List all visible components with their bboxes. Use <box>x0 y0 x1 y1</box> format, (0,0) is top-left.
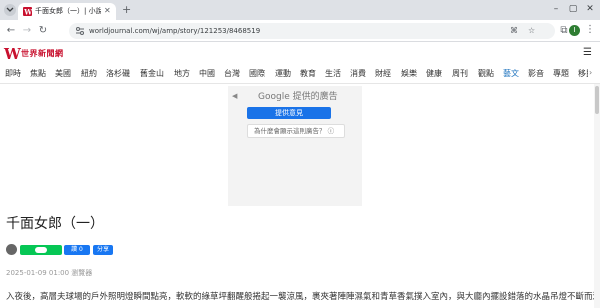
ad-google-label: Google 提供的廣告 <box>258 92 338 102</box>
category-item[interactable]: 美國 <box>55 68 71 79</box>
reload-icon[interactable]: ↻ <box>36 24 50 38</box>
ad-back-icon[interactable]: ◀ <box>232 92 237 100</box>
category-item[interactable]: 國際 <box>249 68 265 79</box>
article-title: 千面女郎（一） <box>6 216 104 232</box>
site-logo-text[interactable]: 世界新聞網 <box>21 49 64 59</box>
facebook-like-button[interactable]: 讚 0 <box>64 245 90 255</box>
tab-search-icon[interactable] <box>4 4 16 16</box>
bookmark-star-icon[interactable]: ☆ <box>528 25 535 37</box>
browser-menu-icon[interactable]: ⋮ <box>585 24 595 36</box>
ad-frame <box>228 86 362 206</box>
category-item[interactable]: 娛樂 <box>401 68 417 79</box>
line-share-button[interactable] <box>20 245 62 255</box>
article-body: 入夜後，高層夫球場的戶外照明燈瞬間點亮，軟軟的綠草坪翻醒般捲起一襲涼風，裹夾著陣… <box>6 292 596 302</box>
category-item[interactable]: 焦點 <box>30 68 46 79</box>
category-item[interactable]: 專題 <box>553 68 569 79</box>
tab-close-icon[interactable]: ✕ <box>104 6 111 16</box>
scrollbar-thumb[interactable] <box>595 86 599 114</box>
svg-text:W: W <box>23 7 32 16</box>
site-info-icon[interactable] <box>75 26 85 36</box>
ad-feedback-button[interactable]: 提供意見 <box>247 107 331 119</box>
category-item-active[interactable]: 藝文 <box>503 68 519 79</box>
category-item[interactable]: 洛杉磯 <box>106 68 130 79</box>
category-item[interactable]: 紐約 <box>81 68 97 79</box>
scrollbar-track[interactable] <box>594 84 600 308</box>
maximize-icon[interactable]: ▢ <box>567 2 579 16</box>
address-bar[interactable]: worldjournal.com/wj/amp/story/121253/846… <box>69 23 555 39</box>
category-item[interactable]: 生活 <box>325 68 341 79</box>
line-icon <box>35 247 47 253</box>
category-item[interactable]: 地方 <box>174 68 190 79</box>
category-item[interactable]: 周刊 <box>452 68 468 79</box>
minimize-icon[interactable]: – <box>550 2 562 16</box>
profile-avatar[interactable]: I <box>569 25 580 36</box>
share-icon[interactable] <box>6 244 17 255</box>
article-meta: 2025-01-09 01:00 瀏覽器 <box>6 269 93 277</box>
facebook-share-button[interactable]: 分享 <box>93 245 113 255</box>
forward-icon[interactable]: → <box>20 24 34 38</box>
category-item[interactable]: 觀點 <box>478 68 494 79</box>
new-tab-icon[interactable]: + <box>122 3 131 16</box>
category-item[interactable]: 影音 <box>528 68 544 79</box>
ad-why-button[interactable]: 為什麼會顯示這則廣告？ ⓘ <box>247 124 345 138</box>
category-item[interactable]: 運動 <box>275 68 291 79</box>
category-item[interactable]: 中國 <box>199 68 215 79</box>
back-icon[interactable]: ← <box>4 24 18 38</box>
browser-toolbar: ← → ↻ worldjournal.com/wj/amp/story/1212… <box>0 20 600 42</box>
hamburger-menu-icon[interactable]: ☰ <box>583 47 592 59</box>
translate-icon[interactable]: ⌘ <box>510 25 518 37</box>
category-item[interactable]: 健康 <box>426 68 442 79</box>
close-window-icon[interactable]: ✕ <box>584 2 596 16</box>
category-item[interactable]: 消費 <box>350 68 366 79</box>
browser-tab-strip: W 千面女郎（一）| 小說世界 | 副 ✕ + – ▢ ✕ <box>0 0 600 20</box>
url-text: worldjournal.com/wj/amp/story/121253/846… <box>89 27 261 35</box>
category-item[interactable]: 舊金山 <box>140 68 164 79</box>
category-item[interactable]: 移民 <box>578 68 588 79</box>
site-header: W 世界新聞網 <box>0 42 600 64</box>
category-nav: 即時 焦點 美國 紐約 洛杉磯 舊金山 地方 中國 台灣 國際 運動 教育 生活… <box>0 64 600 84</box>
category-item[interactable]: 即時 <box>5 68 21 79</box>
category-item[interactable]: 台灣 <box>224 68 240 79</box>
tab-title: 千面女郎（一）| 小說世界 | 副 <box>35 7 101 15</box>
category-item[interactable]: 教育 <box>300 68 316 79</box>
site-logo-mark[interactable]: W <box>4 45 21 63</box>
worldjournal-favicon-icon: W <box>23 7 32 16</box>
browser-tab[interactable]: W 千面女郎（一）| 小說世界 | 副 ✕ <box>18 3 116 20</box>
category-item[interactable]: 財經 <box>375 68 391 79</box>
category-scroll-right-icon[interactable]: › <box>589 67 592 78</box>
